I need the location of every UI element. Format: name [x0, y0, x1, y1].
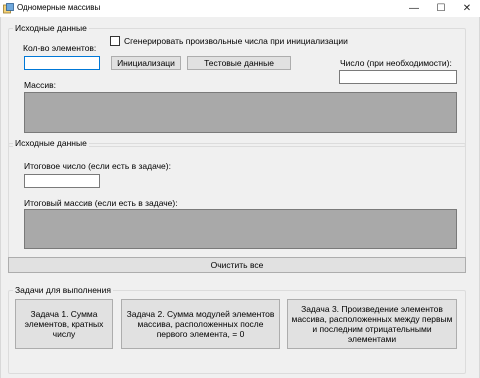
- tasks-group-title: Задачи для выполнения: [13, 285, 113, 296]
- window-client-area: Исходные данные Кол-во элементов: Сгенер…: [0, 17, 480, 378]
- number-label: Число (при необходимости):: [340, 58, 452, 68]
- result-array-display[interactable]: [24, 209, 457, 249]
- tasks-group: Задачи для выполнения Задача 1. Сумма эл…: [8, 285, 466, 374]
- output-data-group: Исходные данные Итоговое число (если ест…: [8, 138, 466, 268]
- task1-button[interactable]: Задача 1. Сумма элементов, кратных числу: [15, 299, 113, 349]
- random-numbers-checkbox-label[interactable]: Сгенерировать произвольные числа при ини…: [124, 36, 348, 47]
- number-input[interactable]: [339, 70, 457, 84]
- maximize-button[interactable]: ☐: [428, 0, 454, 17]
- input-data-group: Исходные данные Кол-во элементов: Сгенер…: [8, 23, 466, 147]
- random-numbers-checkbox[interactable]: [110, 36, 120, 46]
- task2-button[interactable]: Задача 2. Сумма модулей элементов массив…: [121, 299, 280, 349]
- clear-all-button[interactable]: Очистить все: [8, 257, 466, 273]
- task3-button[interactable]: Задача 3. Произведение элементов массива…: [287, 299, 457, 349]
- initialize-button[interactable]: Инициализаци: [111, 56, 181, 70]
- result-array-label: Итоговый массив (если есть в задаче):: [24, 198, 178, 208]
- result-number-input[interactable]: [24, 174, 100, 188]
- result-number-label: Итоговое число (если есть в задаче):: [24, 161, 171, 171]
- array-display[interactable]: [24, 92, 457, 133]
- array-label: Массив:: [24, 80, 57, 90]
- output-group-title: Исходные данные: [13, 138, 89, 149]
- window-title: Одномерные массивы: [17, 3, 101, 12]
- title-bar: Одномерные массивы — ☐ ✕: [0, 0, 480, 17]
- element-count-label: Кол-во элементов:: [23, 43, 97, 53]
- app-icon: [3, 3, 14, 14]
- close-button[interactable]: ✕: [454, 0, 480, 17]
- minimize-button[interactable]: —: [401, 0, 427, 17]
- test-data-button[interactable]: Тестовые данные: [187, 56, 291, 70]
- input-group-title: Исходные данные: [13, 23, 89, 34]
- element-count-input[interactable]: [24, 56, 100, 70]
